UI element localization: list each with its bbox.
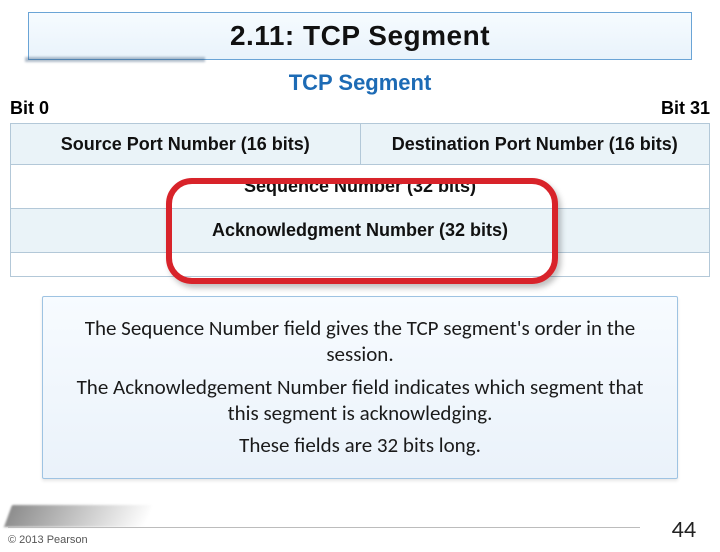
- slide-title: 2.11: TCP Segment: [230, 20, 490, 52]
- row-continuation: [11, 252, 709, 276]
- cell-ack-number: Acknowledgment Number (32 bits): [11, 209, 709, 252]
- slide-title-bar: 2.11: TCP Segment: [28, 12, 692, 60]
- row-ports: Source Port Number (16 bits) Destination…: [11, 124, 709, 164]
- explanation-line-1: The Sequence Number field gives the TCP …: [65, 315, 655, 368]
- bit-index-row: Bit 0 Bit 31: [10, 98, 710, 119]
- copyright-text: © 2013 Pearson: [8, 534, 88, 546]
- explanation-line-2: The Acknowledgement Number field indicat…: [65, 374, 655, 427]
- row-sequence-number: Sequence Number (32 bits): [11, 164, 709, 208]
- tcp-segment-table: Source Port Number (16 bits) Destination…: [10, 123, 710, 277]
- cell-dest-port: Destination Port Number (16 bits): [360, 124, 710, 164]
- row-ack-number: Acknowledgment Number (32 bits): [11, 208, 709, 252]
- explanation-line-3: These fields are 32 bits long.: [65, 432, 655, 458]
- explanation-panel: The Sequence Number field gives the TCP …: [42, 296, 678, 479]
- bit-left-label: Bit 0: [10, 98, 49, 119]
- cell-source-port: Source Port Number (16 bits): [11, 124, 360, 164]
- cell-blank: [11, 253, 709, 276]
- decorative-shadow: [4, 505, 152, 527]
- bit-right-label: Bit 31: [661, 98, 710, 119]
- footer-divider: [8, 527, 640, 528]
- diagram-subtitle: TCP Segment: [0, 70, 720, 96]
- cell-sequence-number: Sequence Number (32 bits): [11, 165, 709, 208]
